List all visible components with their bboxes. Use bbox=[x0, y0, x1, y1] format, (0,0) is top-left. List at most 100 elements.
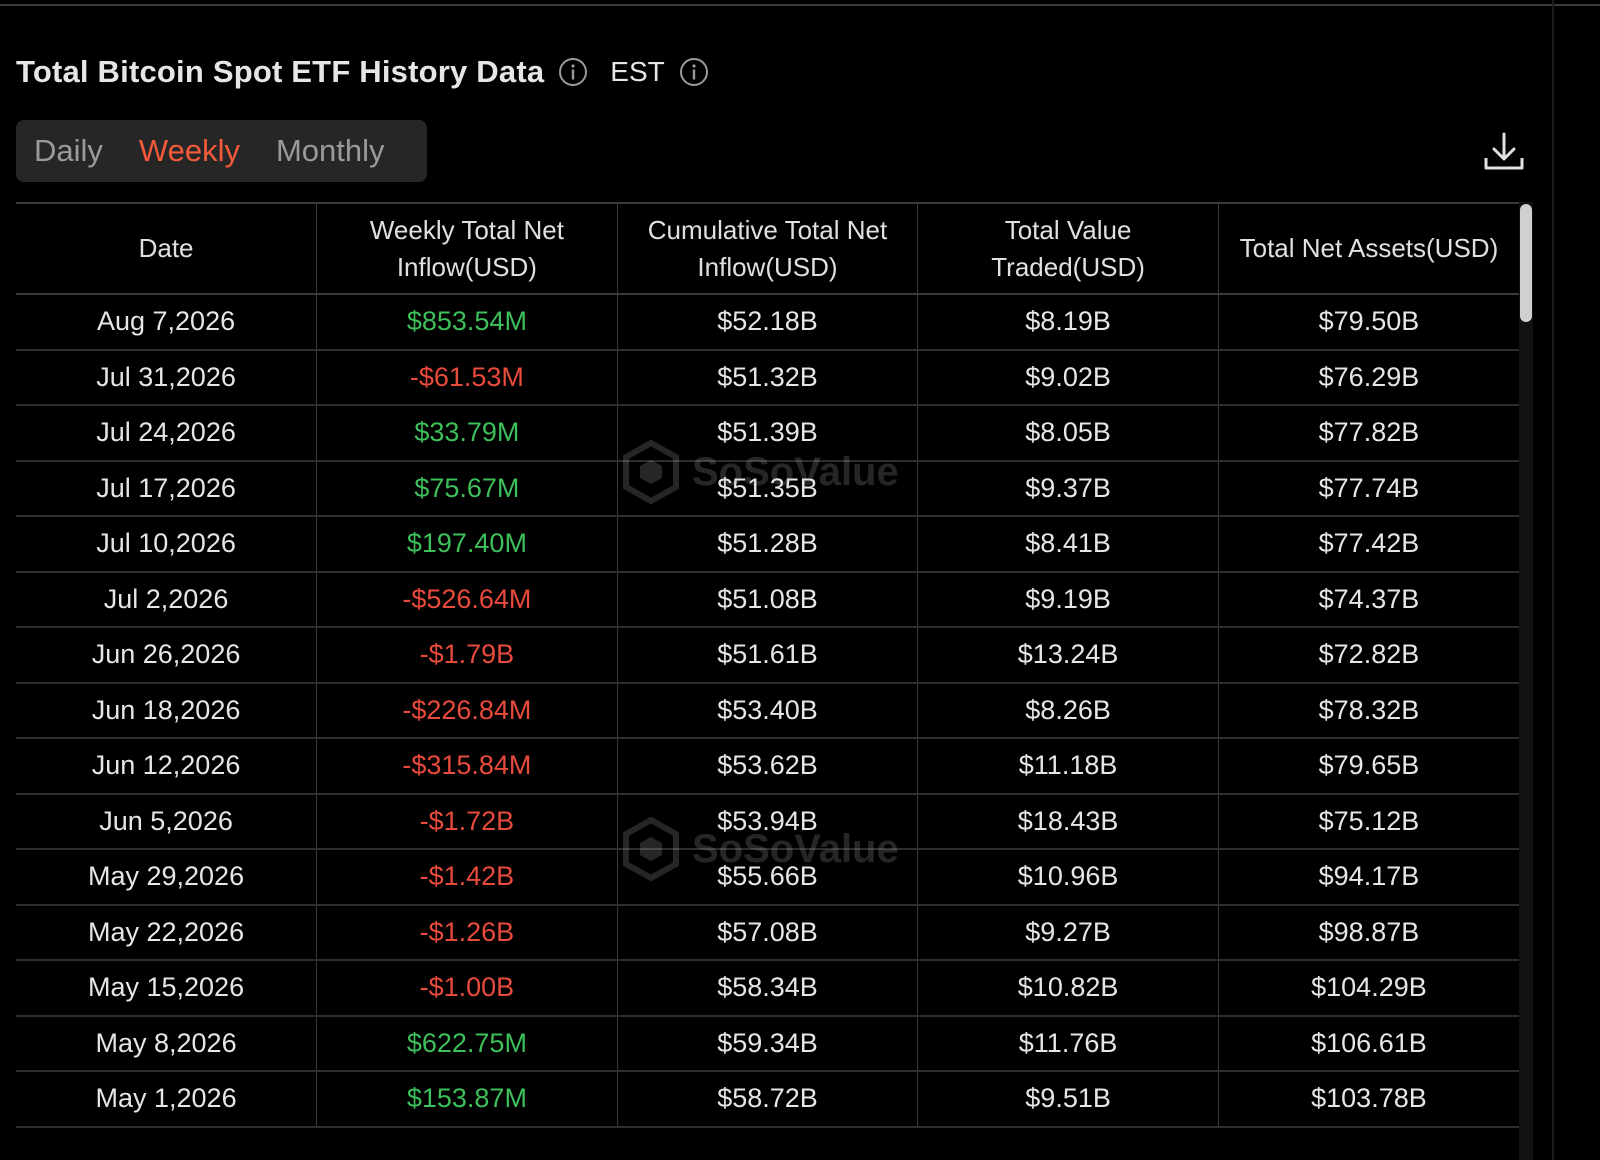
total-value-traded-cell: $10.96B bbox=[917, 849, 1219, 906]
column-header-total-net-assets: Total Net Assets(USD) bbox=[1218, 203, 1519, 295]
table-row: May 8,2026 $622.75M $59.34B $11.76B $106.61B bbox=[16, 1015, 1519, 1072]
total-net-assets-cell: $78.32B bbox=[1218, 682, 1519, 739]
column-header-weekly-net-inflow: Weekly Total Net Inflow(USD) bbox=[316, 203, 618, 295]
date-cell: Jun 18,2026 bbox=[16, 682, 318, 739]
total-net-assets-cell: $77.74B bbox=[1218, 460, 1519, 517]
total-value-traded-cell: $11.76B bbox=[917, 1015, 1219, 1072]
total-net-assets-cell: $79.50B bbox=[1218, 294, 1519, 351]
weekly-net-inflow-cell: $853.54M bbox=[316, 294, 618, 351]
cumulative-net-inflow-cell: $52.18B bbox=[617, 294, 919, 351]
total-net-assets-cell: $76.29B bbox=[1218, 349, 1519, 406]
cumulative-net-inflow-cell: $51.35B bbox=[617, 460, 919, 517]
weekly-net-inflow-cell: -$226.84M bbox=[316, 682, 618, 739]
total-net-assets-cell: $94.17B bbox=[1218, 849, 1519, 906]
table-scrollbar[interactable] bbox=[1519, 202, 1533, 1160]
history-table-container: Date Weekly Total Net Inflow(USD) Cumula… bbox=[16, 202, 1519, 1160]
cumulative-net-inflow-cell: $53.94B bbox=[617, 793, 919, 850]
table-row: Jun 5,2026 -$1.72B $53.94B $18.43B $75.12B bbox=[16, 793, 1519, 850]
header: Total Bitcoin Spot ETF History Data EST bbox=[16, 50, 709, 94]
timezone-info-icon[interactable] bbox=[679, 57, 709, 87]
date-cell: May 29,2026 bbox=[16, 849, 318, 906]
cumulative-net-inflow-cell: $55.66B bbox=[617, 849, 919, 906]
column-header-total-value-traded: Total Value Traded(USD) bbox=[917, 203, 1219, 295]
table-row: Aug 7,2026 $853.54M $52.18B $8.19B $79.50B bbox=[16, 294, 1519, 351]
date-cell: Jul 24,2026 bbox=[16, 405, 318, 462]
table-row: May 22,2026 -$1.26B $57.08B $9.27B $98.87B bbox=[16, 904, 1519, 961]
date-cell: May 15,2026 bbox=[16, 960, 318, 1017]
total-value-traded-cell: $9.19B bbox=[917, 571, 1219, 628]
tab-monthly[interactable]: Monthly bbox=[276, 133, 385, 169]
download-button[interactable] bbox=[1482, 130, 1526, 174]
total-net-assets-cell: $104.29B bbox=[1218, 960, 1519, 1017]
weekly-net-inflow-cell: $622.75M bbox=[316, 1015, 618, 1072]
weekly-net-inflow-cell: $75.67M bbox=[316, 460, 618, 517]
total-value-traded-cell: $8.05B bbox=[917, 405, 1219, 462]
total-value-traded-cell: $18.43B bbox=[917, 793, 1219, 850]
cumulative-net-inflow-cell: $51.32B bbox=[617, 349, 919, 406]
total-net-assets-cell: $79.65B bbox=[1218, 738, 1519, 795]
table-body: Aug 7,2026 $853.54M $52.18B $8.19B $79.50B Ju… bbox=[16, 294, 1519, 1128]
panel-edge bbox=[1552, 0, 1554, 1160]
date-cell: May 1,2026 bbox=[16, 1071, 318, 1128]
cumulative-net-inflow-cell: $51.39B bbox=[617, 405, 919, 462]
weekly-net-inflow-cell: -$1.72B bbox=[316, 793, 618, 850]
column-header-date: Date bbox=[16, 203, 318, 295]
total-net-assets-cell: $77.82B bbox=[1218, 405, 1519, 462]
info-icon[interactable] bbox=[558, 57, 588, 87]
cumulative-net-inflow-cell: $58.34B bbox=[617, 960, 919, 1017]
top-border bbox=[0, 0, 1600, 6]
total-value-traded-cell: $8.19B bbox=[917, 294, 1219, 351]
scrollbar-thumb[interactable] bbox=[1520, 204, 1532, 322]
weekly-net-inflow-cell: -$1.00B bbox=[316, 960, 618, 1017]
cumulative-net-inflow-cell: $51.61B bbox=[617, 627, 919, 684]
cumulative-net-inflow-cell: $58.72B bbox=[617, 1071, 919, 1128]
date-cell: Jul 2,2026 bbox=[16, 571, 318, 628]
cumulative-net-inflow-cell: $57.08B bbox=[617, 904, 919, 961]
table-row: May 15,2026 -$1.00B $58.34B $10.82B $104.29B bbox=[16, 960, 1519, 1017]
cumulative-net-inflow-cell: $53.40B bbox=[617, 682, 919, 739]
cumulative-net-inflow-cell: $59.34B bbox=[617, 1015, 919, 1072]
tab-daily[interactable]: Daily bbox=[34, 133, 103, 169]
table-row: Jul 10,2026 $197.40M $51.28B $8.41B $77.42B bbox=[16, 516, 1519, 573]
total-net-assets-cell: $74.37B bbox=[1218, 571, 1519, 628]
date-cell: Jun 26,2026 bbox=[16, 627, 318, 684]
weekly-net-inflow-cell: -$1.79B bbox=[316, 627, 618, 684]
weekly-net-inflow-cell: $197.40M bbox=[316, 516, 618, 573]
timezone-label: EST bbox=[610, 56, 665, 87]
tab-weekly[interactable]: Weekly bbox=[139, 133, 240, 169]
table-row: Jul 31,2026 -$61.53M $51.32B $9.02B $76.29B bbox=[16, 349, 1519, 406]
date-cell: Aug 7,2026 bbox=[16, 294, 318, 351]
column-header-cumulative-net-inflow: Cumulative Total Net Inflow(USD) bbox=[617, 203, 919, 295]
date-cell: Jul 17,2026 bbox=[16, 460, 318, 517]
total-net-assets-cell: $103.78B bbox=[1218, 1071, 1519, 1128]
weekly-net-inflow-cell: -$1.42B bbox=[316, 849, 618, 906]
total-value-traded-cell: $10.82B bbox=[917, 960, 1219, 1017]
total-value-traded-cell: $11.18B bbox=[917, 738, 1219, 795]
table-row: May 1,2026 $153.87M $58.72B $9.51B $103.78B bbox=[16, 1071, 1519, 1128]
weekly-net-inflow-cell: -$315.84M bbox=[316, 738, 618, 795]
cumulative-net-inflow-cell: $51.08B bbox=[617, 571, 919, 628]
table-row: Jul 2,2026 -$526.64M $51.08B $9.19B $74.37B bbox=[16, 571, 1519, 628]
date-cell: Jun 12,2026 bbox=[16, 738, 318, 795]
cumulative-net-inflow-cell: $53.62B bbox=[617, 738, 919, 795]
total-net-assets-cell: $106.61B bbox=[1218, 1015, 1519, 1072]
total-net-assets-cell: $98.87B bbox=[1218, 904, 1519, 961]
total-value-traded-cell: $9.51B bbox=[917, 1071, 1219, 1128]
weekly-net-inflow-cell: $153.87M bbox=[316, 1071, 618, 1128]
history-table: Date Weekly Total Net Inflow(USD) Cumula… bbox=[16, 202, 1519, 1128]
page-title: Total Bitcoin Spot ETF History Data bbox=[16, 54, 545, 89]
table-row: Jul 17,2026 $75.67M $51.35B $9.37B $77.74B bbox=[16, 460, 1519, 517]
table-row: Jun 12,2026 -$315.84M $53.62B $11.18B $79.65… bbox=[16, 738, 1519, 795]
date-cell: May 22,2026 bbox=[16, 904, 318, 961]
total-value-traded-cell: $13.24B bbox=[917, 627, 1219, 684]
total-value-traded-cell: $8.41B bbox=[917, 516, 1219, 573]
table-row: Jun 26,2026 -$1.79B $51.61B $13.24B $72.82B bbox=[16, 627, 1519, 684]
period-tabs: Daily Weekly Monthly bbox=[16, 120, 427, 182]
date-cell: May 8,2026 bbox=[16, 1015, 318, 1072]
table-row: Jul 24,2026 $33.79M $51.39B $8.05B $77.82B bbox=[16, 405, 1519, 462]
total-value-traded-cell: $8.26B bbox=[917, 682, 1219, 739]
total-net-assets-cell: $72.82B bbox=[1218, 627, 1519, 684]
weekly-net-inflow-cell: -$1.26B bbox=[316, 904, 618, 961]
date-cell: Jun 5,2026 bbox=[16, 793, 318, 850]
total-value-traded-cell: $9.37B bbox=[917, 460, 1219, 517]
